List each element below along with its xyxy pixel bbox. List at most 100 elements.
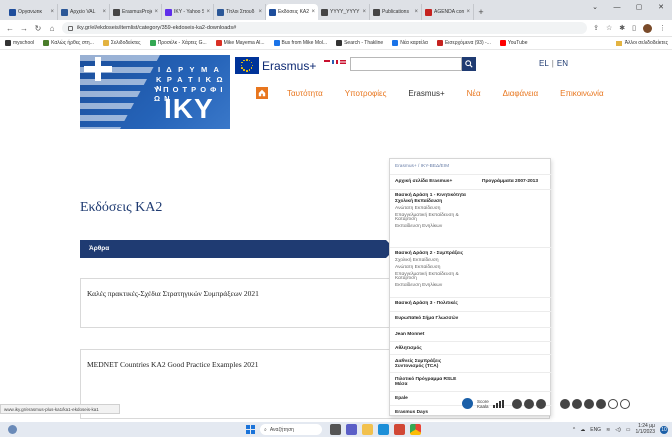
close-icon[interactable]: × — [50, 9, 54, 15]
dropdown-subitem[interactable]: Εκπαίδευση Ενηλίκων — [395, 283, 442, 288]
bookmark-item[interactable]: Mike Mayema Al... — [215, 40, 265, 46]
teams-icon[interactable] — [346, 424, 357, 435]
volume-icon[interactable]: ◁) — [615, 427, 621, 433]
close-icon[interactable]: × — [258, 9, 262, 15]
browser-tab[interactable]: Οργανωτικ × — [6, 4, 58, 20]
tray-language[interactable]: ENG — [590, 427, 601, 433]
tool-icon[interactable] — [607, 398, 618, 409]
tool-icon[interactable] — [619, 398, 630, 409]
app-icon[interactable] — [394, 424, 405, 435]
clock[interactable]: 1:24 μμ 1/1/2023 — [636, 423, 655, 435]
browser-tab[interactable]: ΥΥΥΥ_ΥΥΥΥ × — [318, 4, 370, 20]
tool-icon[interactable] — [583, 398, 594, 409]
home-button[interactable] — [256, 87, 268, 99]
bookmark-item[interactable]: Σελιδοδείκτες — [102, 40, 141, 46]
maximize-icon[interactable]: ▢ — [628, 0, 650, 14]
dropdown-item[interactable]: Προγράμματα 2007-2013 — [482, 179, 538, 184]
forward-icon[interactable]: → — [20, 24, 28, 33]
taskbar-search[interactable]: ⌕ Αναζήτηση — [260, 424, 322, 435]
tool-icon[interactable] — [571, 398, 582, 409]
dropdown-subitem[interactable]: Εκπαίδευση Ενηλίκων — [395, 224, 442, 229]
tool-icon[interactable] — [595, 398, 606, 409]
dropdown-header-link[interactable]: Erasmus+ / ΙΚΥ-ΒΕΔ/ΕΙΜ — [395, 164, 449, 169]
browser-tab[interactable]: Εκδόσεις KA2 × — [266, 4, 318, 20]
wifi-icon[interactable]: ≋ — [606, 427, 610, 433]
bookmark-item[interactable]: Νέα καρτέλα — [392, 40, 428, 46]
dropdown-item[interactable]: Αρχική σελίδα Erasmus+ — [395, 179, 452, 184]
stop-icon[interactable] — [535, 398, 546, 409]
browser-tab[interactable]: Αρχείο VAL × — [58, 4, 110, 20]
chrome-icon[interactable] — [410, 424, 421, 435]
back-icon[interactable]: ← — [6, 24, 14, 33]
reload-icon[interactable]: ↻ — [34, 24, 42, 33]
nav-item[interactable]: Ταυτότητα — [276, 89, 334, 98]
pause-icon[interactable] — [523, 398, 534, 409]
bookmark-item[interactable]: Search - Thakline — [336, 40, 383, 46]
dropdown-item[interactable]: Erasmus Days — [395, 410, 428, 415]
browser-tab[interactable]: ErasmusProje × — [110, 4, 162, 20]
new-tab-button[interactable]: + — [474, 4, 488, 20]
windows-start-icon[interactable] — [246, 425, 255, 434]
sidebar-icon[interactable]: ▯ — [632, 24, 636, 32]
dropdown-item[interactable]: Jean Monnet — [395, 332, 424, 337]
record-icon[interactable] — [511, 398, 522, 409]
dropdown-item[interactable]: Μέσα — [395, 382, 407, 387]
app-icon[interactable] — [462, 398, 473, 409]
task-view-icon[interactable] — [330, 424, 341, 435]
close-icon[interactable]: × — [466, 9, 470, 15]
dropdown-item[interactable]: Σχολική Εκπαίδευση — [395, 199, 442, 204]
share-icon[interactable]: ⇪ — [593, 24, 599, 32]
dropdown-item[interactable]: Βασική Δράση 1 - Κινητικότητα — [395, 193, 466, 198]
close-icon[interactable]: × — [102, 9, 106, 15]
tool-icon[interactable] — [559, 398, 570, 409]
tab-search-icon[interactable]: ⌄ — [584, 0, 606, 14]
minimize-icon[interactable]: — — [606, 0, 628, 14]
dropdown-item[interactable]: Συντονισμός (TCA) — [395, 364, 438, 369]
bookmark-item[interactable]: Bus from Mike Mol... — [273, 40, 327, 46]
erasmus-plus-logo[interactable]: Erasmus+ — [235, 57, 316, 74]
browser-tab[interactable]: AGENDA conf × — [422, 4, 474, 20]
dropdown-item[interactable]: Ευρωπαϊκό Σήμα Γλωσσών — [395, 316, 458, 321]
dropdown-item[interactable]: Αθλητισμός — [395, 346, 422, 351]
nav-item[interactable]: Νέα — [456, 89, 492, 98]
nav-item[interactable]: Διαφάνεια — [492, 89, 550, 98]
nav-item[interactable]: Erasmus+ — [397, 89, 455, 98]
chevron-up-icon[interactable]: ^ — [573, 427, 575, 433]
profile-avatar[interactable] — [643, 23, 652, 33]
dropdown-subitem[interactable]: Σχολική Εκπαίδευση — [395, 258, 439, 263]
nav-item[interactable]: Επικοινωνία — [549, 89, 614, 98]
lang-el-link[interactable]: EL — [539, 59, 549, 68]
dropdown-item[interactable]: Βασική Δράση 3 - Πολιτικές — [395, 301, 458, 306]
dropdown-item[interactable]: Epale — [395, 396, 408, 401]
omnibox[interactable]: iky.gr/el/ekdoseis/itemlist/category/359… — [62, 22, 588, 34]
onedrive-icon[interactable]: ☁ — [580, 427, 585, 433]
dropdown-subitem[interactable]: Ανώτατη Εκπαίδευση — [395, 265, 440, 270]
lang-en-link[interactable]: EN — [557, 59, 568, 68]
dropdown-subitem[interactable]: Ανώτατη Εκπαίδευση — [395, 206, 440, 211]
dropdown-subitem[interactable]: Κατάρτιση — [395, 217, 417, 222]
file-explorer-icon[interactable] — [362, 424, 373, 435]
nav-item[interactable]: Υποτροφίες — [334, 89, 398, 98]
bookmark-item[interactable]: YouTube — [499, 40, 528, 46]
article-title[interactable]: Καλές πρακτικές-Σχέδια Στρατηγικών Συμπρ… — [87, 289, 259, 298]
search-button[interactable] — [462, 57, 476, 71]
bookmark-item[interactable]: Εισερχόμενα (93) -... — [436, 40, 491, 46]
close-icon[interactable]: × — [154, 9, 158, 15]
bookmark-item[interactable]: Προσέλκ - Χάρτες G... — [149, 40, 207, 46]
edge-icon[interactable] — [378, 424, 389, 435]
extensions-icon[interactable]: ✱ — [619, 24, 625, 32]
star-icon[interactable]: ☆ — [606, 24, 612, 32]
browser-tab[interactable]: Τίτλοι Σπουδ × — [214, 4, 266, 20]
notification-badge[interactable]: 10 — [660, 425, 668, 434]
battery-icon[interactable]: ▭ — [626, 427, 631, 433]
article-title[interactable]: MEDNET Countries KA2 Good Practice Examp… — [87, 360, 259, 369]
iky-logo[interactable]: Ι Δ Ρ Υ Μ Α Κ Ρ Α Τ Ι Κ Ω Ν Υ Π Ο Τ Ρ Ο … — [80, 55, 230, 129]
close-icon[interactable]: × — [206, 9, 210, 15]
close-window-icon[interactable]: ✕ — [650, 0, 672, 14]
close-icon[interactable]: × — [311, 9, 315, 15]
dropdown-item[interactable]: Βασική Δράση 2 - Συμπράξεις — [395, 251, 463, 256]
dropdown-subitem[interactable]: Κατάρτιση — [395, 276, 417, 281]
bookmark-item[interactable]: myschool — [5, 40, 34, 46]
search-input[interactable] — [350, 57, 462, 71]
close-icon[interactable]: × — [414, 9, 418, 15]
